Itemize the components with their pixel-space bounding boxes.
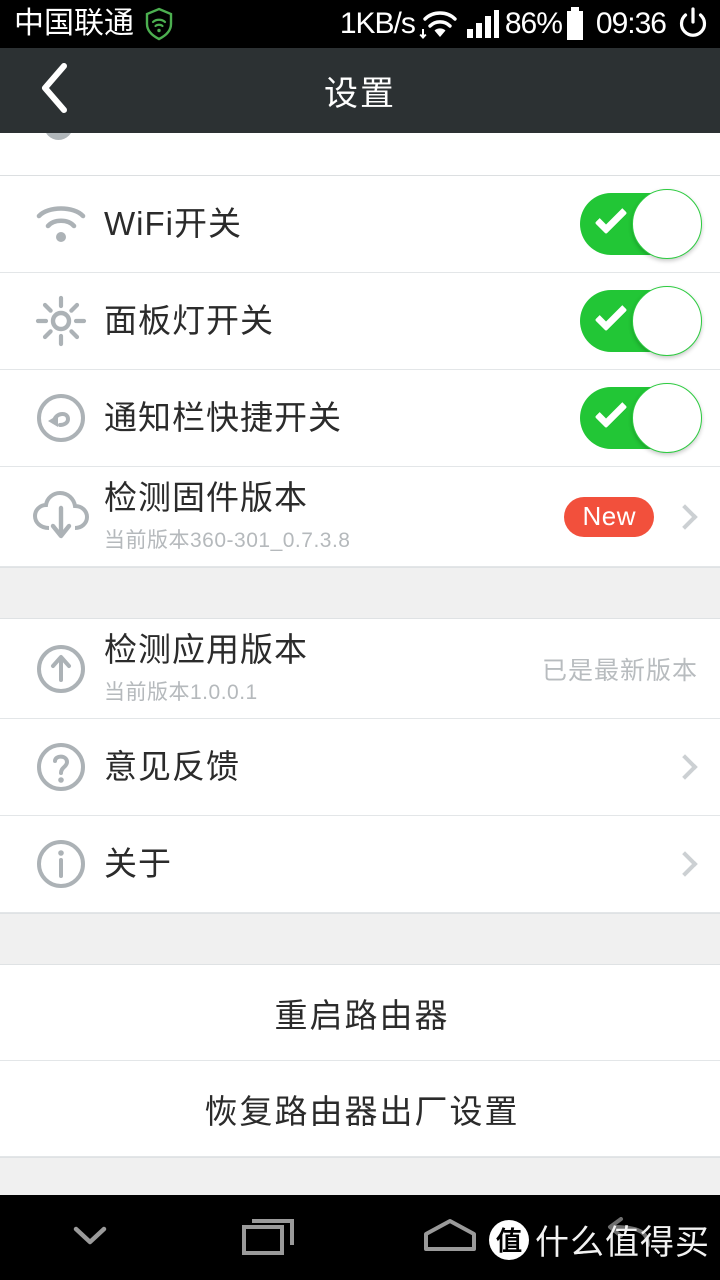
chevron-down-icon: [68, 1220, 112, 1255]
partial-row-icon: [44, 133, 73, 140]
settings-row-about[interactable]: 关于: [0, 816, 720, 913]
settings-row-factory-reset[interactable]: 恢复路由器出厂设置: [0, 1061, 720, 1157]
brightness-icon: [26, 286, 96, 356]
wifi-shield-icon: [144, 7, 174, 41]
row-title: 意见反馈: [104, 748, 240, 786]
row-control: 已是最新版本: [542, 651, 698, 687]
info-circle-icon: [26, 829, 96, 899]
back-button[interactable]: [0, 48, 110, 133]
toggle-knob: [632, 189, 702, 259]
toggle-knob: [632, 286, 702, 356]
settings-row-firmware-check[interactable]: 检测固件版本 当前版本360-301_0.7.3.8 New: [0, 467, 720, 567]
page-title: 设置: [324, 75, 396, 113]
settings-row-app-version-check[interactable]: 检测应用版本 当前版本1.0.0.1 已是最新版本: [0, 619, 720, 719]
settings-row-notification-shortcut[interactable]: 通知栏快捷开关: [0, 370, 720, 467]
restart-router-label: 重启路由器: [274, 996, 450, 1034]
row-title: 检测固件版本: [104, 479, 308, 517]
power-icon: [676, 7, 710, 41]
clock-label: 09:36: [595, 7, 667, 40]
panel-light-toggle[interactable]: [580, 286, 702, 356]
check-icon: [594, 395, 628, 429]
app-header: 设置: [0, 48, 720, 133]
row-control: [654, 851, 698, 877]
settings-scroll-area[interactable]: WiFi开关 面板灯开关 通知栏快捷开关 检测固件版本 当前版本360-301_…: [0, 133, 720, 1209]
wifi-icon: [419, 7, 461, 41]
wifi-toggle[interactable]: [580, 189, 702, 259]
carrier-label: 中国联通: [14, 7, 134, 40]
settings-row-restart-router[interactable]: 重启路由器: [0, 965, 720, 1061]
row-body: 关于: [96, 845, 654, 883]
chevron-right-icon: [672, 754, 698, 780]
row-title: WiFi开关: [104, 205, 242, 243]
section-divider-1: [0, 567, 720, 619]
factory-reset-label: 恢复路由器出厂设置: [204, 1092, 520, 1130]
row-title: 检测应用版本: [104, 631, 308, 669]
row-control: [580, 383, 702, 453]
row-control: New: [564, 496, 698, 537]
nav-hide-keyboard-button[interactable]: [0, 1220, 180, 1255]
chevron-right-icon: [672, 851, 698, 877]
row-control: [580, 189, 702, 259]
new-badge: New: [564, 496, 654, 537]
nav-recents-button[interactable]: [180, 1213, 360, 1262]
row-body: WiFi开关: [96, 205, 580, 243]
cloud-download-icon: [26, 482, 96, 552]
watermark-logo: 值: [489, 1219, 529, 1260]
row-body: 面板灯开关: [96, 302, 580, 340]
watermark: 值 什么值得买: [489, 1215, 710, 1264]
chevron-right-icon: [672, 503, 698, 530]
settings-row-feedback[interactable]: 意见反馈: [0, 719, 720, 816]
check-icon: [594, 201, 628, 235]
row-title: 通知栏快捷开关: [104, 399, 342, 437]
settings-row-panel-light-switch[interactable]: 面板灯开关: [0, 273, 720, 370]
row-subtitle: 当前版本360-301_0.7.3.8: [104, 528, 351, 552]
battery-percent-label: 86%: [504, 7, 563, 40]
status-bar: 中国联通 1KB/s 86% 09:36: [0, 0, 720, 48]
section-divider-2: [0, 913, 720, 965]
arrow-up-circle-icon: [26, 634, 96, 704]
back-chevron-icon: [35, 60, 75, 121]
watermark-text: 什么值得买: [535, 1224, 710, 1262]
row-control: [580, 286, 702, 356]
row-body: 意见反馈: [96, 748, 654, 786]
partial-row-above[interactable]: [0, 133, 720, 176]
row-body: 检测固件版本 当前版本360-301_0.7.3.8: [96, 479, 564, 554]
notification-shortcut-icon: [26, 383, 96, 453]
recents-icon: [240, 1213, 300, 1262]
android-nav-bar: 值 什么值得买: [0, 1195, 720, 1280]
question-circle-icon: [26, 732, 96, 802]
battery-icon: [564, 7, 586, 41]
row-title: 关于: [104, 845, 172, 883]
net-speed-label: 1KB/s: [339, 7, 416, 40]
signal-bars-icon: [466, 9, 500, 39]
settings-row-wifi-switch[interactable]: WiFi开关: [0, 176, 720, 273]
row-value: 已是最新版本: [541, 656, 698, 685]
row-body: 检测应用版本 当前版本1.0.0.1: [96, 631, 542, 706]
row-control: [654, 754, 698, 780]
notification-shortcut-toggle[interactable]: [580, 383, 702, 453]
row-body: 通知栏快捷开关: [96, 399, 580, 437]
home-icon: [422, 1217, 478, 1258]
wifi-icon: [26, 189, 96, 259]
toggle-knob: [632, 383, 702, 453]
row-subtitle: 当前版本1.0.0.1: [104, 680, 258, 704]
check-icon: [594, 298, 628, 332]
row-title: 面板灯开关: [104, 302, 274, 340]
phone-screen: 中国联通 1KB/s 86% 09:36 设置 WiFi开关 面板灯开关 通知栏…: [0, 0, 720, 1280]
